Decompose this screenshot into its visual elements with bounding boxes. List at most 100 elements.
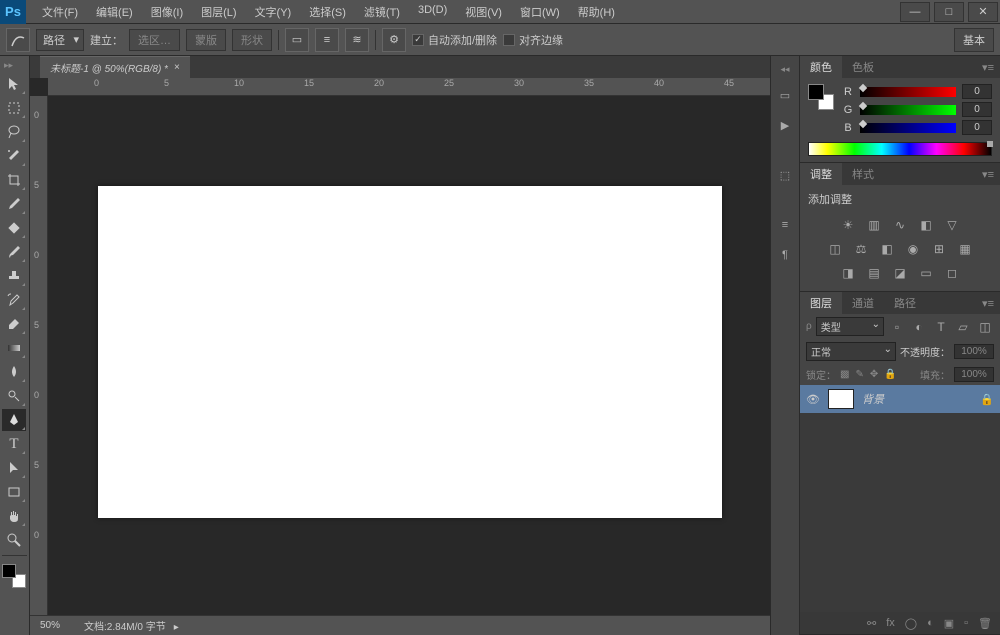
- document-tab[interactable]: 未标题-1 @ 50%(RGB/8) * ×: [40, 56, 190, 78]
- align-edges-checkbox[interactable]: [503, 34, 515, 46]
- filter-type-icon[interactable]: T: [932, 319, 950, 335]
- adj-vibrance-icon[interactable]: ▽: [943, 217, 961, 233]
- menu-layer[interactable]: 图层(L): [193, 0, 244, 24]
- zoom-level[interactable]: 50%: [40, 620, 60, 631]
- adj-hue-icon[interactable]: ◫: [826, 241, 844, 257]
- layer-name-label[interactable]: 背景: [862, 391, 884, 407]
- path-align-icon[interactable]: ≡: [315, 28, 339, 52]
- link-layers-icon[interactable]: ⚯: [867, 617, 876, 630]
- stamp-tool[interactable]: [2, 265, 26, 287]
- paragraph-panel-icon[interactable]: ¶: [775, 245, 795, 265]
- path-mode-dropdown[interactable]: 路径: [36, 29, 84, 51]
- color-panel-menu[interactable]: ▾≡: [976, 61, 1000, 74]
- tab-layers[interactable]: 图层: [800, 292, 842, 314]
- layer-visibility-icon[interactable]: 👁: [806, 393, 820, 406]
- zoom-tool[interactable]: [2, 529, 26, 551]
- dodge-tool[interactable]: [2, 385, 26, 407]
- foreground-color-swatch[interactable]: [2, 564, 16, 578]
- adj-bw-icon[interactable]: ◧: [878, 241, 896, 257]
- panel-color-swatches[interactable]: [808, 84, 834, 110]
- tab-channels[interactable]: 通道: [842, 292, 884, 314]
- adjust-panel-menu[interactable]: ▾≡: [976, 168, 1000, 181]
- layers-panel-menu[interactable]: ▾≡: [976, 297, 1000, 310]
- lock-pixels-icon[interactable]: ✎: [855, 369, 863, 380]
- pen-tool[interactable]: [2, 409, 26, 431]
- r-slider[interactable]: [860, 87, 956, 97]
- tab-color[interactable]: 颜色: [800, 56, 842, 78]
- gear-icon[interactable]: ⚙: [382, 28, 406, 52]
- path-select-tool[interactable]: [2, 457, 26, 479]
- filter-smart-icon[interactable]: ◫: [976, 319, 994, 335]
- adj-balance-icon[interactable]: ⚖: [852, 241, 870, 257]
- tab-styles[interactable]: 样式: [842, 163, 884, 185]
- filter-adjust-icon[interactable]: ◐: [910, 319, 928, 335]
- eraser-tool[interactable]: [2, 313, 26, 335]
- layer-mask-icon[interactable]: ◯: [905, 617, 917, 630]
- menu-image[interactable]: 图像(I): [143, 0, 191, 24]
- gradient-tool[interactable]: [2, 337, 26, 359]
- delete-layer-icon[interactable]: 🗑: [978, 617, 992, 630]
- make-selection-button[interactable]: 选区…: [129, 29, 180, 51]
- adj-gradient-map-icon[interactable]: ▭: [917, 265, 935, 281]
- adj-exposure-icon[interactable]: ◧: [917, 217, 935, 233]
- adj-levels-icon[interactable]: ▥: [865, 217, 883, 233]
- menu-view[interactable]: 视图(V): [457, 0, 510, 24]
- canvas-viewport[interactable]: [48, 96, 770, 615]
- move-tool[interactable]: [2, 73, 26, 95]
- menu-select[interactable]: 选择(S): [301, 0, 354, 24]
- fill-input[interactable]: 100%: [954, 367, 994, 382]
- menu-edit[interactable]: 编辑(E): [88, 0, 141, 24]
- window-maximize[interactable]: □: [934, 2, 964, 22]
- lasso-tool[interactable]: [2, 121, 26, 143]
- make-shape-button[interactable]: 形状: [232, 29, 272, 51]
- new-layer-icon[interactable]: ▫: [964, 617, 968, 629]
- history-brush-tool[interactable]: [2, 289, 26, 311]
- tab-swatches[interactable]: 色板: [842, 56, 884, 78]
- path-arrange-icon[interactable]: ≋: [345, 28, 369, 52]
- adj-invert-icon[interactable]: ◨: [839, 265, 857, 281]
- layer-thumbnail[interactable]: [828, 389, 854, 409]
- actions-panel-icon[interactable]: ▶: [775, 115, 795, 135]
- color-spectrum[interactable]: [808, 142, 992, 156]
- adj-photo-filter-icon[interactable]: ◉: [904, 241, 922, 257]
- eyedropper-tool[interactable]: [2, 193, 26, 215]
- lock-transparency-icon[interactable]: ▩: [840, 369, 849, 380]
- menu-3d[interactable]: 3D(D): [410, 0, 455, 24]
- tab-paths[interactable]: 路径: [884, 292, 926, 314]
- r-value[interactable]: 0: [962, 84, 992, 99]
- hand-tool[interactable]: [2, 505, 26, 527]
- ruler-horizontal[interactable]: 0 5 10 15 20 25 30 35 40 45: [48, 78, 770, 96]
- window-minimize[interactable]: —: [900, 2, 930, 22]
- type-tool[interactable]: T: [2, 433, 26, 455]
- auto-add-delete-checkbox[interactable]: ✓: [412, 34, 424, 46]
- lock-all-icon[interactable]: 🔒: [884, 369, 896, 380]
- magic-wand-tool[interactable]: [2, 145, 26, 167]
- menu-filter[interactable]: 滤镜(T): [356, 0, 408, 24]
- adj-channel-mixer-icon[interactable]: ⊞: [930, 241, 948, 257]
- properties-panel-icon[interactable]: ⬚: [775, 165, 795, 185]
- window-close[interactable]: ✕: [968, 2, 998, 22]
- b-slider[interactable]: [860, 123, 956, 133]
- make-mask-button[interactable]: 蒙版: [186, 29, 226, 51]
- marquee-tool[interactable]: [2, 97, 26, 119]
- blend-mode-dropdown[interactable]: 正常: [806, 342, 896, 361]
- menu-file[interactable]: 文件(F): [34, 0, 86, 24]
- shape-tool[interactable]: [2, 481, 26, 503]
- new-group-icon[interactable]: ▣: [944, 617, 954, 630]
- g-value[interactable]: 0: [962, 102, 992, 117]
- path-combine-icon[interactable]: ▭: [285, 28, 309, 52]
- adj-brightness-icon[interactable]: ☀: [839, 217, 857, 233]
- adj-lookup-icon[interactable]: ▦: [956, 241, 974, 257]
- ruler-vertical[interactable]: 0 5 0 5 0 5 0: [30, 96, 48, 615]
- layer-fx-icon[interactable]: fx: [886, 617, 895, 629]
- new-fill-layer-icon[interactable]: ◐: [927, 617, 934, 629]
- layer-kind-filter[interactable]: 类型: [816, 317, 884, 336]
- tab-close-icon[interactable]: ×: [174, 62, 180, 73]
- crop-tool[interactable]: [2, 169, 26, 191]
- menu-window[interactable]: 窗口(W): [512, 0, 568, 24]
- current-tool-icon[interactable]: [6, 28, 30, 52]
- brush-tool[interactable]: [2, 241, 26, 263]
- adj-threshold-icon[interactable]: ◪: [891, 265, 909, 281]
- filter-pixel-icon[interactable]: ▫: [888, 319, 906, 335]
- adj-curves-icon[interactable]: ∿: [891, 217, 909, 233]
